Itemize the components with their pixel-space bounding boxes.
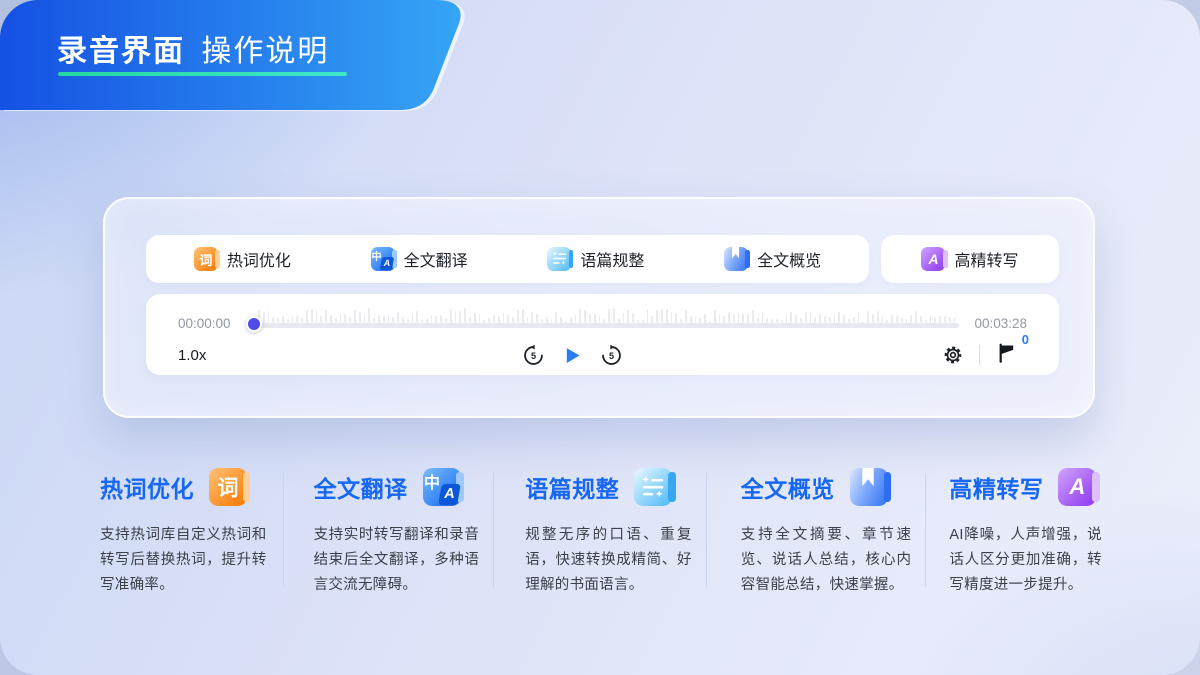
feature-tidy: 语篇规整 规整无序的口语、重复语，快速转换成精简、好理解的书面语言。	[494, 466, 706, 598]
feature-hotword: 热词优化 词 支持热词库自定义热词和转写后替换热词，提升转写准确率。	[100, 466, 283, 598]
flag-count-badge: 0	[1022, 332, 1029, 347]
tab-translate-label: 全文翻译	[404, 247, 468, 271]
svg-text:5: 5	[609, 350, 614, 360]
precision-glyph: A	[928, 251, 938, 267]
format-tidy-icon	[634, 468, 672, 506]
skip-back-button[interactable]: 5	[522, 344, 545, 367]
total-time: 00:03:28	[963, 316, 1027, 336]
feature-precision: 高精转写 A AI降噪，人声增强，说话人区分更加准确，转写精度进一步提升。	[926, 466, 1102, 598]
feature-hotword-title: 热词优化	[100, 470, 194, 504]
tab-hotword-label: 热词优化	[227, 247, 291, 271]
translate-glyph-en: A	[383, 258, 391, 268]
precision-a-icon: A	[1058, 468, 1096, 506]
player-controls: 1.0x 5	[178, 341, 1027, 369]
feature-precision-title: 高精转写	[949, 470, 1043, 504]
feature-translate: 全文翻译 中 A 支持实时转写翻译和录音结束后全文翻译，多种语言交流无障碍。	[284, 466, 494, 598]
play-icon	[562, 345, 583, 366]
feature-overview-title: 全文概览	[741, 470, 835, 504]
tab-translate[interactable]: 中 A 全文翻译	[371, 247, 468, 271]
page-title: 录音界面 操作说明	[57, 26, 329, 70]
book-overview-icon	[724, 247, 748, 271]
tab-hotword[interactable]: 词 热词优化	[194, 247, 291, 271]
precision-glyph: A	[1069, 474, 1085, 500]
translate-glyph-en: A	[443, 486, 456, 502]
skip-forward-icon: 5	[600, 344, 623, 367]
feature-section: 热词优化 词 支持热词库自定义热词和转写后替换热词，提升转写准确率。 全文翻译 …	[100, 466, 1102, 598]
player-bar: 00:00:00 00:03:28 1.0x 5	[146, 294, 1059, 375]
book-overview-icon	[850, 468, 888, 506]
translate-glyph-zh: 中	[372, 248, 382, 263]
page-title-light: 操作说明	[201, 35, 329, 68]
word-badge-icon: 词	[209, 468, 247, 506]
timeline: 00:00:00 00:03:28	[178, 306, 1027, 336]
tab-tidy[interactable]: 语篇规整	[547, 247, 644, 271]
feature-overview: 全文概览 支持全文摘要、章节速览、说话人总结，核心内容智能总结，快速掌握。	[707, 466, 926, 598]
tab-overview[interactable]: 全文概览	[724, 247, 821, 271]
progress-track[interactable]	[246, 306, 959, 336]
translate-icon: 中 A	[423, 468, 461, 506]
word-badge-glyph: 词	[199, 250, 212, 269]
bookmark-glyph	[732, 247, 739, 259]
feature-tidy-title: 语篇规整	[525, 470, 619, 504]
feature-translate-title: 全文翻译	[314, 470, 408, 504]
tab-precision[interactable]: A 高精转写	[881, 235, 1059, 283]
svg-text:5: 5	[531, 350, 536, 360]
transport-controls: 5 5	[148, 344, 997, 367]
word-badge-icon: 词	[194, 247, 218, 271]
bookmark-glyph	[862, 468, 873, 486]
page-background: 录音界面 操作说明 词 热词优化 中 A	[0, 0, 1200, 675]
skip-forward-button[interactable]: 5	[600, 344, 623, 367]
flag-icon	[995, 342, 1017, 364]
feature-precision-description: AI降噪，人声增强，说话人区分更加准确，转写精度进一步提升。	[949, 523, 1102, 598]
translate-icon: 中 A	[371, 247, 395, 271]
translate-glyph-chip: A	[380, 257, 394, 270]
playhead-handle[interactable]	[246, 316, 262, 332]
play-button[interactable]	[562, 345, 583, 366]
toolbar: 词 热词优化 中 A 全文翻译	[146, 235, 1059, 283]
progress-rail	[254, 323, 959, 328]
tab-precision-label: 高精转写	[954, 247, 1018, 271]
feature-tidy-description: 规整无序的口语、重复语，快速转换成精简、好理解的书面语言。	[525, 523, 692, 598]
feature-overview-description: 支持全文摘要、章节速览、说话人总结，核心内容智能总结，快速掌握。	[741, 523, 912, 598]
page-title-strong: 录音界面	[57, 35, 185, 68]
skip-back-icon: 5	[522, 344, 545, 367]
toolbar-card: 词 热词优化 中 A 全文翻译	[146, 235, 869, 283]
tab-tidy-label: 语篇规整	[580, 247, 644, 271]
recorder-panel: 词 热词优化 中 A 全文翻译	[103, 197, 1095, 418]
feature-translate-description: 支持实时转写翻译和录音结束后全文翻译，多种语言交流无障碍。	[314, 523, 480, 598]
feature-hotword-description: 支持热词库自定义热词和转写后替换热词，提升转写准确率。	[100, 523, 267, 598]
translate-glyph-chip: A	[438, 484, 461, 505]
translate-glyph-zh: 中	[424, 469, 440, 493]
banner: 录音界面 操作说明	[0, 0, 480, 114]
word-badge-glyph: 词	[218, 472, 239, 502]
tab-overview-label: 全文概览	[757, 247, 821, 271]
elapsed-time: 00:00:00	[178, 316, 242, 336]
title-underline	[58, 72, 347, 76]
precision-a-icon: A	[921, 247, 945, 271]
format-tidy-icon	[547, 247, 571, 271]
flag-marker-button[interactable]: 0	[995, 342, 1017, 369]
